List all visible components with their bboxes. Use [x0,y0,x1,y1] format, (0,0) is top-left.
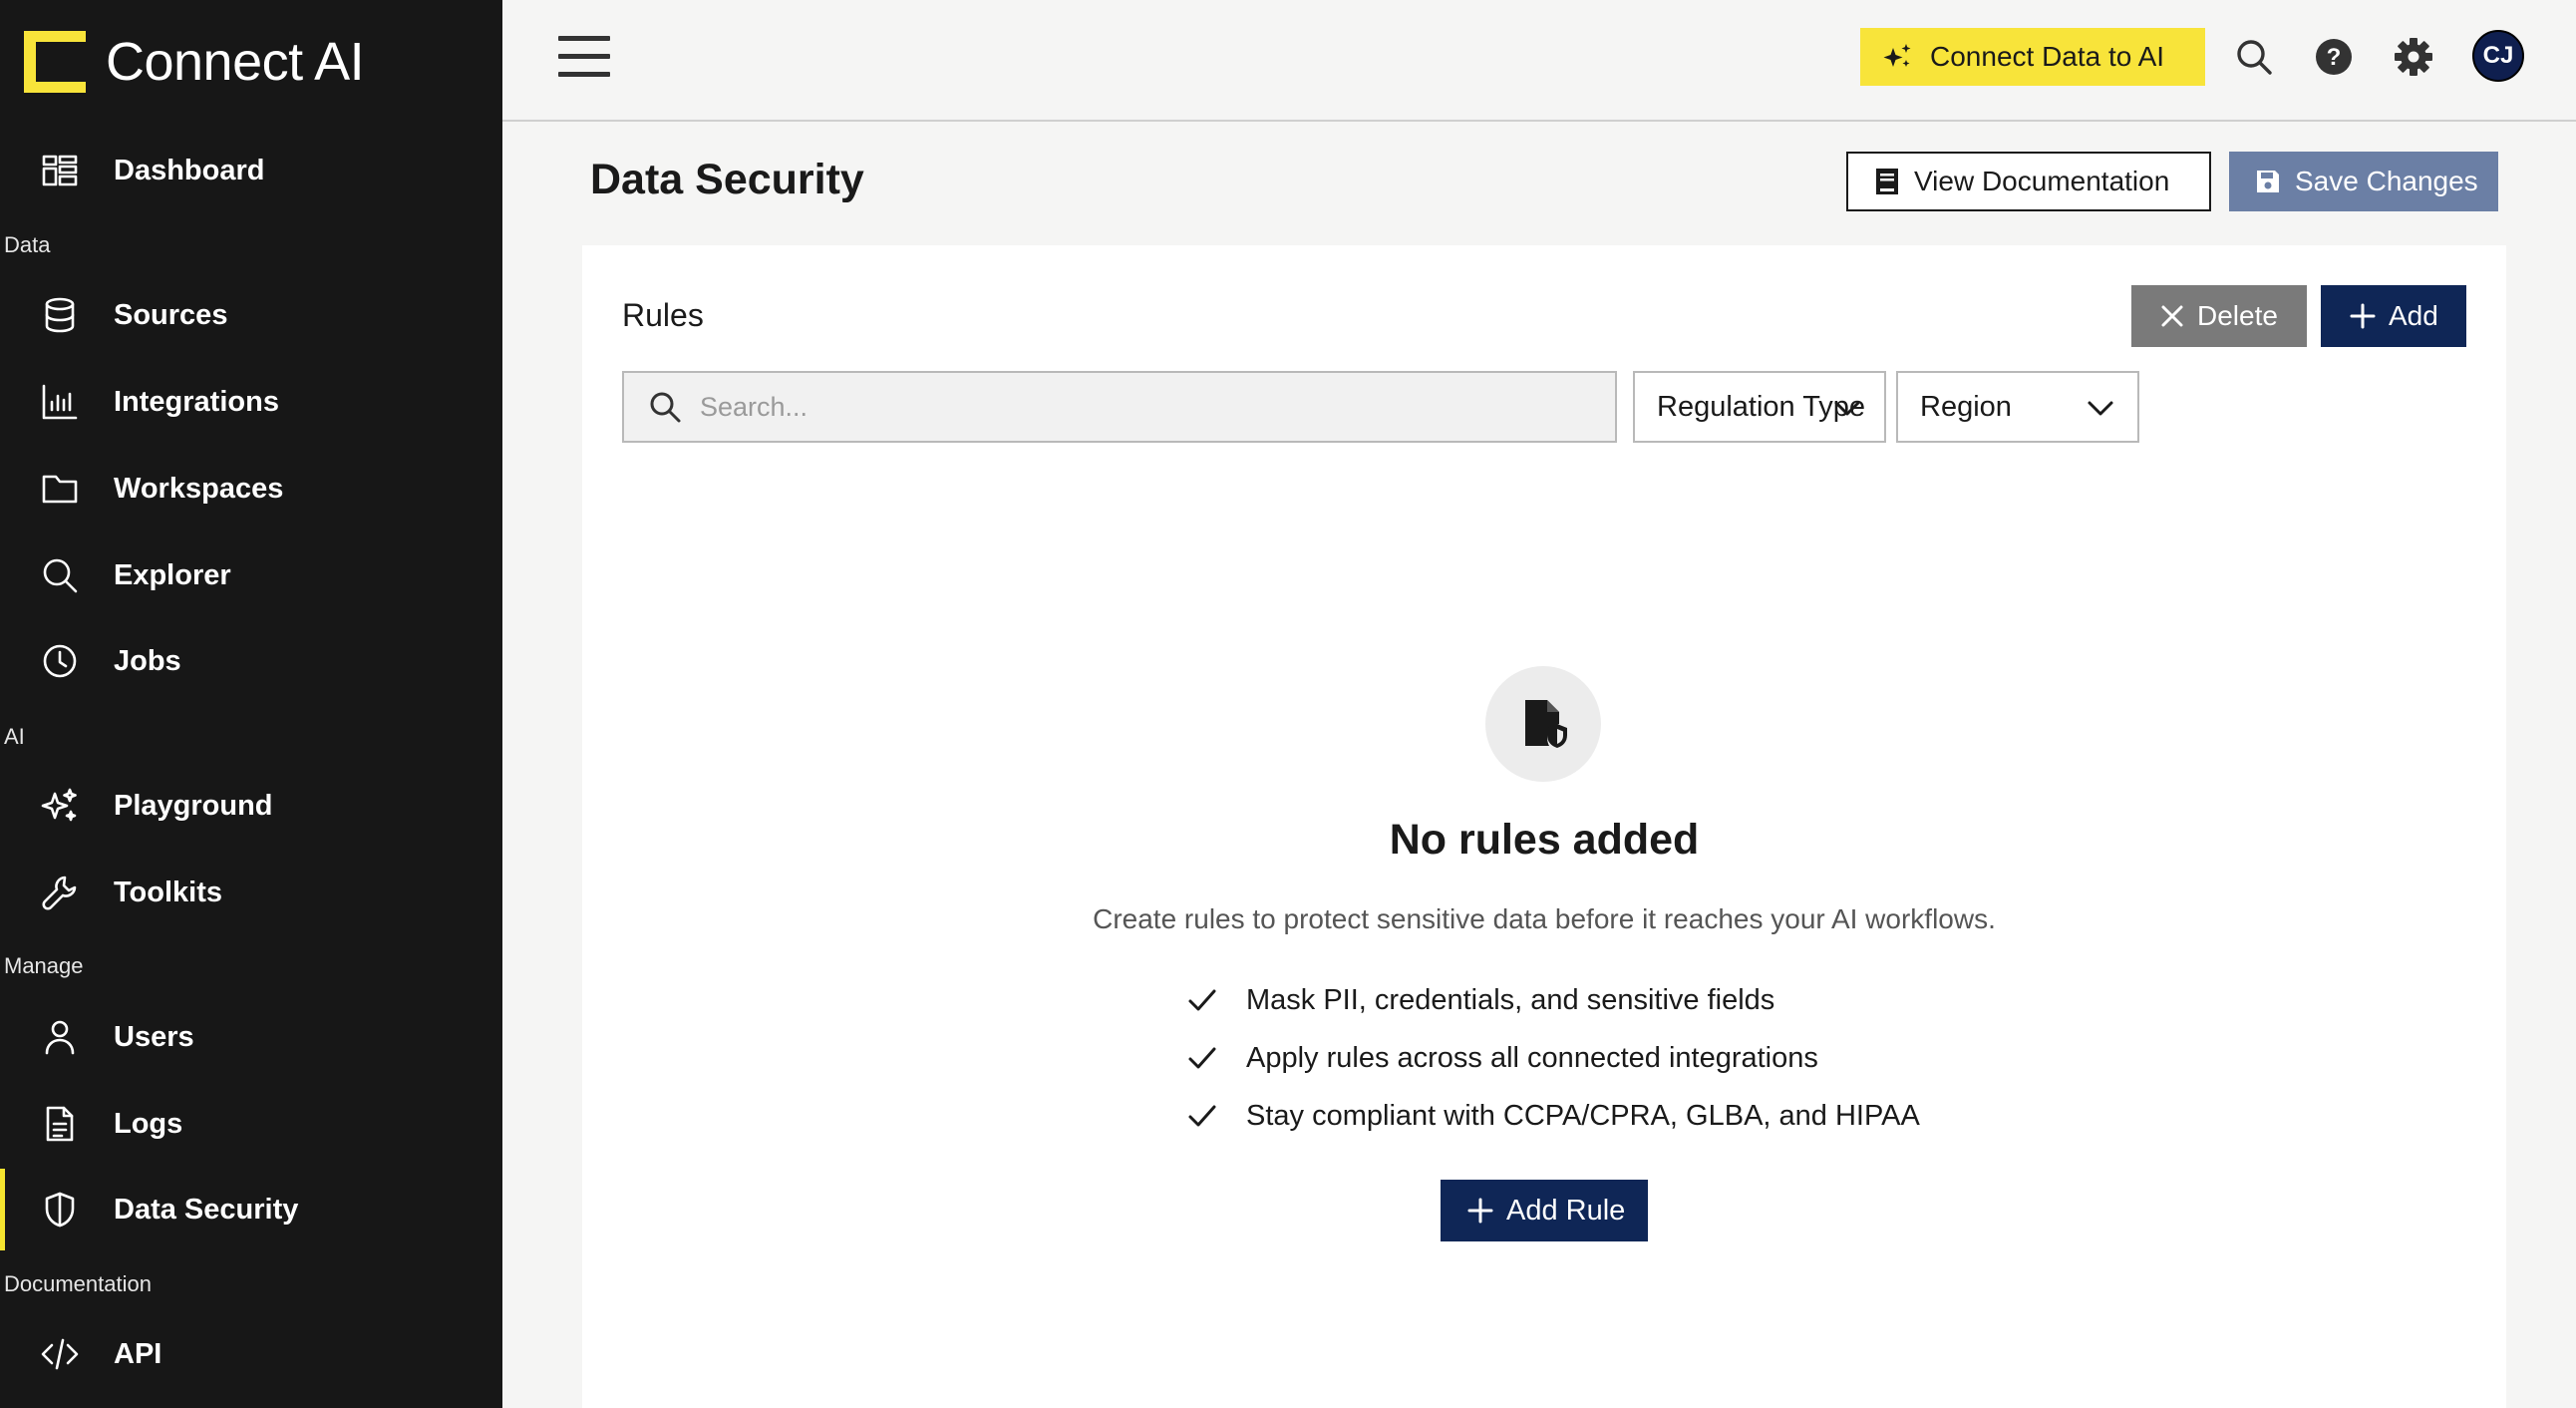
connect-data-label: Connect Data to AI [1930,41,2165,72]
view-documentation-button[interactable]: View Documentation [1846,152,2211,211]
logo-mark-icon [24,31,86,93]
plus-icon [2350,303,2376,329]
list-item: Apply rules across all connected integra… [1186,1029,1920,1087]
list-item: Stay compliant with CCPA/CPRA, GLBA, and… [1186,1087,1920,1145]
save-icon [2257,171,2279,192]
help-icon[interactable]: ? [2311,34,2357,80]
wrench-icon [38,871,82,914]
chevron-down-icon [2088,401,2113,416]
folder-icon [38,467,82,511]
document-icon [38,1102,82,1146]
feature-check-list: Mask PII, credentials, and sensitive fie… [1186,971,1920,1145]
check-icon [1188,1105,1216,1127]
sidebar-item-toolkits[interactable]: Toolkits [0,850,502,935]
section-label-ai: AI [4,724,25,749]
sidebar-item-jobs[interactable]: Jobs [0,618,502,704]
sidebar-item-workspaces[interactable]: Workspaces [0,446,502,531]
search-icon [38,553,82,597]
add-label: Add [2389,300,2438,331]
sidebar-item-label: Dashboard [114,154,265,186]
code-icon [38,1332,82,1376]
user-icon [38,1015,82,1059]
delete-label: Delete [2197,300,2278,331]
view-documentation-label: View Documentation [1914,166,2170,196]
menu-icon[interactable] [558,36,610,80]
clock-icon [38,639,82,683]
sidebar-item-label: Explorer [114,558,231,591]
page-title: Data Security [590,156,864,203]
sidebar-item-label: Toolkits [114,876,223,908]
sidebar-item-label: Integrations [114,385,279,418]
rules-panel: Rules Delete Add Regulation Type Region … [582,245,2506,1408]
sidebar-item-sources[interactable]: Sources [0,272,502,358]
sidebar-item-users[interactable]: Users [0,994,502,1080]
delete-button[interactable]: Delete [2131,285,2307,347]
sidebar-item-label: Data Security [114,1193,299,1226]
search-icon [650,392,681,423]
check-item-label: Mask PII, credentials, and sensitive fie… [1246,983,1775,1016]
sidebar-item-label: Workspaces [114,472,284,505]
add-button[interactable]: Add [2321,285,2466,347]
app-title: Connect AI [106,32,365,92]
section-label-documentation: Documentation [4,1271,152,1296]
empty-state-title: No rules added [1389,816,1700,864]
region-value: Region [1920,390,2012,423]
add-rule-button[interactable]: Add Rule [1441,1180,1648,1241]
app-logo[interactable]: Connect AI [24,30,365,94]
sparkle-icon [38,784,82,828]
rules-title: Rules [622,297,704,333]
sidebar-item-dashboard[interactable]: Dashboard [0,128,502,213]
top-bar: Connect Data to AI ? CJ [502,0,2576,122]
svg-text:?: ? [2327,44,2342,71]
sidebar-item-data-security[interactable]: Data Security [0,1167,502,1252]
section-label-data: Data [4,232,51,257]
save-changes-label: Save Changes [2295,166,2478,196]
connect-data-button[interactable]: Connect Data to AI [1860,28,2205,86]
check-item-label: Stay compliant with CCPA/CPRA, GLBA, and… [1246,1099,1920,1132]
sidebar-item-label: Logs [114,1107,183,1140]
sidebar-item-integrations[interactable]: Integrations [0,359,502,445]
secure-document-icon [1485,666,1601,782]
shield-icon [38,1188,82,1232]
regulation-type-select[interactable]: Regulation Type [1633,371,1886,443]
sidebar-item-label: Users [114,1020,194,1053]
book-icon [1876,169,1898,194]
sidebar-item-logs[interactable]: Logs [0,1081,502,1167]
section-label-manage: Manage [4,953,84,978]
close-icon [2161,305,2183,327]
sidebar-item-label: Jobs [114,644,181,677]
search-icon[interactable] [2231,34,2277,80]
sparkle-icon [1883,44,1911,67]
add-rule-label: Add Rule [1506,1194,1626,1227]
plus-icon [1467,1198,1493,1224]
sidebar-item-playground[interactable]: Playground [0,763,502,849]
region-select[interactable]: Region [1896,371,2139,443]
search-field[interactable] [622,371,1617,443]
sidebar-item-label: Sources [114,298,228,331]
check-item-label: Apply rules across all connected integra… [1246,1041,1818,1074]
sidebar-item-label: API [114,1337,162,1370]
bar-chart-icon [38,380,82,424]
dashboard-icon [38,149,82,192]
search-input[interactable] [700,391,1597,423]
check-icon [1188,989,1216,1011]
check-icon [1188,1047,1216,1069]
sidebar-item-api[interactable]: API [0,1311,502,1397]
chevron-down-icon [1834,401,1860,416]
sidebar-item-explorer[interactable]: Explorer [0,532,502,618]
sidebar-item-label: Playground [114,789,273,822]
list-item: Mask PII, credentials, and sensitive fie… [1186,971,1920,1029]
sidebar: Connect AI Dashboard Data Sources Integr… [0,0,502,1408]
gear-icon[interactable] [2391,34,2436,80]
database-icon [38,293,82,337]
save-changes-button[interactable]: Save Changes [2229,152,2498,211]
avatar[interactable]: CJ [2472,30,2524,82]
empty-state-subtitle: Create rules to protect sensitive data b… [1093,903,1996,934]
